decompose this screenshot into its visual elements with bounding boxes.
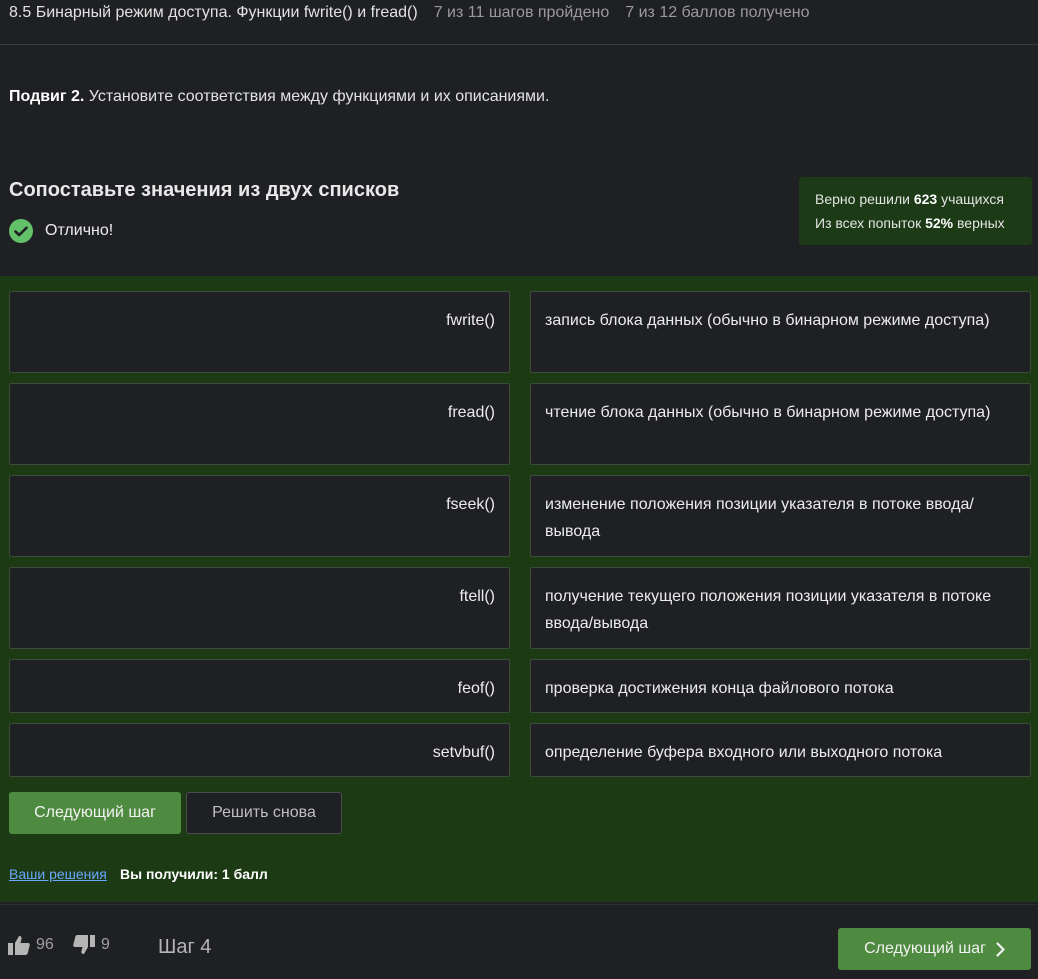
dislike-button[interactable]: 9	[73, 935, 110, 955]
solve-stats: Верно решили 623 учащихся Из всех попыто…	[799, 177, 1032, 245]
left-item-setvbuf[interactable]: setvbuf()	[9, 723, 510, 777]
retry-button[interactable]: Решить снова	[186, 792, 342, 834]
score-text: Вы получили: 1 балл	[120, 866, 268, 882]
footer-next-step-button[interactable]: Следующий шаг	[838, 928, 1031, 970]
right-item-5[interactable]: проверка достижения конца файлового пото…	[530, 659, 1031, 713]
quiz-heading: Сопоставьте значения из двух списков	[9, 179, 400, 201]
task-text: Установите соответствия между функциями …	[84, 88, 550, 105]
right-item-3[interactable]: изменение положения позиции указателя в …	[530, 475, 1031, 557]
status-text: Отлично!	[45, 222, 114, 239]
stats-solved: Верно решили 623 учащихся	[815, 191, 1004, 207]
stats-attempts: Из всех попыток 52% верных	[815, 215, 1005, 231]
next-step-button[interactable]: Следующий шаг	[9, 792, 181, 834]
left-item-fwrite[interactable]: fwrite()	[9, 291, 510, 373]
left-item-fseek[interactable]: fseek()	[9, 475, 510, 557]
thumbs-down-icon	[73, 935, 95, 954]
footer-next-label: Следующий шаг	[864, 940, 986, 957]
left-item-ftell[interactable]: ftell()	[9, 567, 510, 649]
result-status: Отлично!	[9, 219, 113, 243]
left-item-fread[interactable]: fread()	[9, 383, 510, 465]
task-title: Подвиг 2.	[9, 88, 85, 105]
dislikes-count: 9	[101, 936, 110, 953]
lesson-title[interactable]: 8.5 Бинарный режим доступа. Функции fwri…	[9, 4, 418, 22]
points-progress: 7 из 12 баллов получено	[625, 4, 810, 21]
thumbs-up-icon	[8, 936, 30, 955]
left-item-feof[interactable]: feof()	[9, 659, 510, 713]
like-button[interactable]: 96	[8, 935, 54, 955]
right-item-4[interactable]: получение текущего положения позиции ука…	[530, 567, 1031, 649]
your-solutions-link[interactable]: Ваши решения	[9, 866, 107, 882]
step-label: Шаг 4	[158, 936, 212, 958]
right-item-6[interactable]: определение буфера входного или выходног…	[530, 723, 1031, 777]
lesson-header: 8.5 Бинарный режим доступа. Функции fwri…	[0, 0, 1038, 45]
step-footer: 96 9 Шаг 4 Следующий шаг	[0, 904, 1038, 979]
chevron-right-icon	[996, 941, 1005, 957]
likes-count: 96	[36, 936, 54, 953]
right-item-2[interactable]: чтение блока данных (обычно в бинарном р…	[530, 383, 1031, 465]
steps-progress: 7 из 11 шагов пройдено	[433, 4, 610, 21]
right-item-1[interactable]: запись блока данных (обычно в бинарном р…	[530, 291, 1031, 373]
check-circle-icon	[9, 219, 33, 243]
task-description: Подвиг 2. Установите соответствия между …	[9, 88, 549, 106]
